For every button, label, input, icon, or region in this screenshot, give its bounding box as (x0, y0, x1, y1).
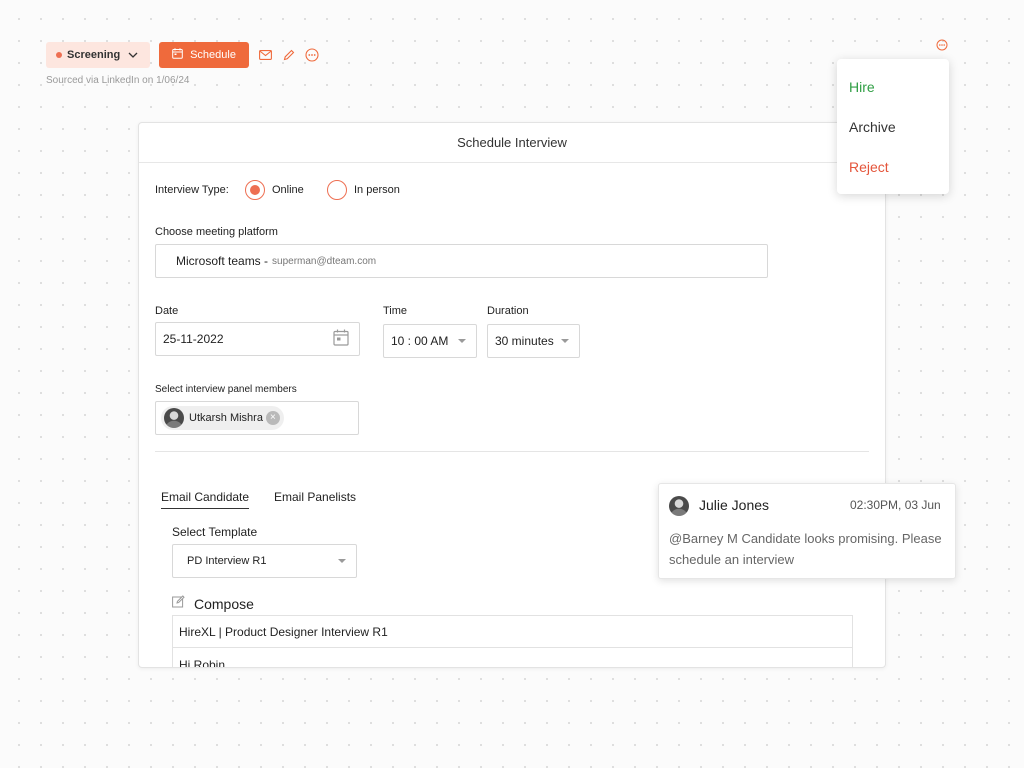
date-input[interactable]: 25-11-2022 (155, 322, 360, 356)
candidate-action-menu: Hire Archive Reject (837, 59, 949, 194)
duration-label: Duration (487, 305, 529, 317)
more-icon[interactable] (303, 46, 321, 64)
mail-icon[interactable] (256, 46, 274, 64)
radio-online[interactable] (245, 180, 265, 200)
more-icon[interactable] (935, 38, 949, 52)
avatar (669, 496, 689, 516)
duration-value: 30 minutes (495, 334, 554, 348)
schedule-label: Schedule (190, 49, 236, 61)
panel-member-name: Utkarsh Mishra (189, 412, 263, 424)
platform-label: Choose meeting platform (155, 226, 278, 238)
radio-in-person[interactable] (327, 180, 347, 200)
panel-label: Select interview panel members (155, 384, 297, 395)
comment-card: Julie Jones 02:30PM, 03 Jun @Barney M Ca… (658, 483, 956, 579)
menu-item-archive[interactable]: Archive (849, 119, 896, 135)
platform-email: superman@dteam.com (272, 255, 377, 267)
panel-members-input[interactable]: Utkarsh Mishra × (155, 401, 359, 435)
duration-select[interactable]: 30 minutes (487, 324, 580, 358)
compose-header: Compose (172, 595, 254, 613)
template-label: Select Template (172, 525, 258, 539)
compose-box[interactable]: HireXL | Product Designer Interview R1 H… (172, 615, 853, 667)
comment-author: Julie Jones (699, 497, 770, 513)
menu-item-hire[interactable]: Hire (849, 79, 875, 95)
template-value: PD Interview R1 (187, 555, 267, 567)
status-dot (56, 52, 62, 58)
time-value: 10 : 00 AM (391, 334, 449, 348)
chevron-down-icon (128, 49, 138, 61)
card-title: Schedule Interview (139, 123, 885, 163)
tab-email-panelists[interactable]: Email Panelists (274, 490, 356, 504)
date-value: 25-11-2022 (163, 332, 224, 346)
platform-value: Microsoft teams - (176, 254, 269, 268)
pencil-icon[interactable] (280, 46, 298, 64)
compose-label: Compose (194, 596, 254, 612)
calendar-icon (172, 48, 183, 62)
chevron-down-icon (561, 339, 569, 343)
schedule-button[interactable]: Schedule (159, 42, 249, 68)
email-body[interactable]: Hi Robin. (173, 648, 852, 667)
comment-time: 02:30PM, 03 Jun (850, 498, 941, 512)
radio-selected-dot (250, 185, 260, 195)
chevron-down-icon (338, 559, 346, 563)
email-subject[interactable]: HireXL | Product Designer Interview R1 (173, 616, 852, 648)
time-select[interactable]: 10 : 00 AM (383, 324, 477, 358)
status-dropdown[interactable]: Screening (46, 42, 150, 68)
status-label: Screening (67, 49, 121, 61)
avatar (164, 408, 184, 428)
chevron-down-icon (458, 339, 466, 343)
tab-email-candidate[interactable]: Email Candidate (161, 490, 250, 509)
template-select[interactable]: PD Interview R1 (172, 544, 357, 578)
radio-online-label[interactable]: Online (272, 184, 304, 196)
edit-icon (172, 595, 185, 613)
close-icon[interactable]: × (265, 411, 280, 425)
calendar-picker-icon[interactable] (333, 329, 349, 349)
time-label: Time (383, 305, 408, 317)
date-label: Date (155, 305, 179, 317)
menu-item-reject[interactable]: Reject (849, 159, 889, 175)
radio-in-person-label[interactable]: In person (354, 184, 400, 196)
schedule-interview-card: Schedule Interview Interview Type: Onlin… (138, 122, 886, 668)
sourced-text: Sourced via LinkedIn on 1/06/24 (46, 75, 190, 86)
comment-text: @Barney M Candidate looks promising. Ple… (669, 531, 942, 567)
interview-type-label: Interview Type: (155, 184, 229, 196)
panel-member-chip: Utkarsh Mishra × (161, 406, 284, 430)
section-divider (155, 451, 869, 452)
platform-select[interactable]: Microsoft teams - superman@dteam.com (155, 244, 768, 278)
